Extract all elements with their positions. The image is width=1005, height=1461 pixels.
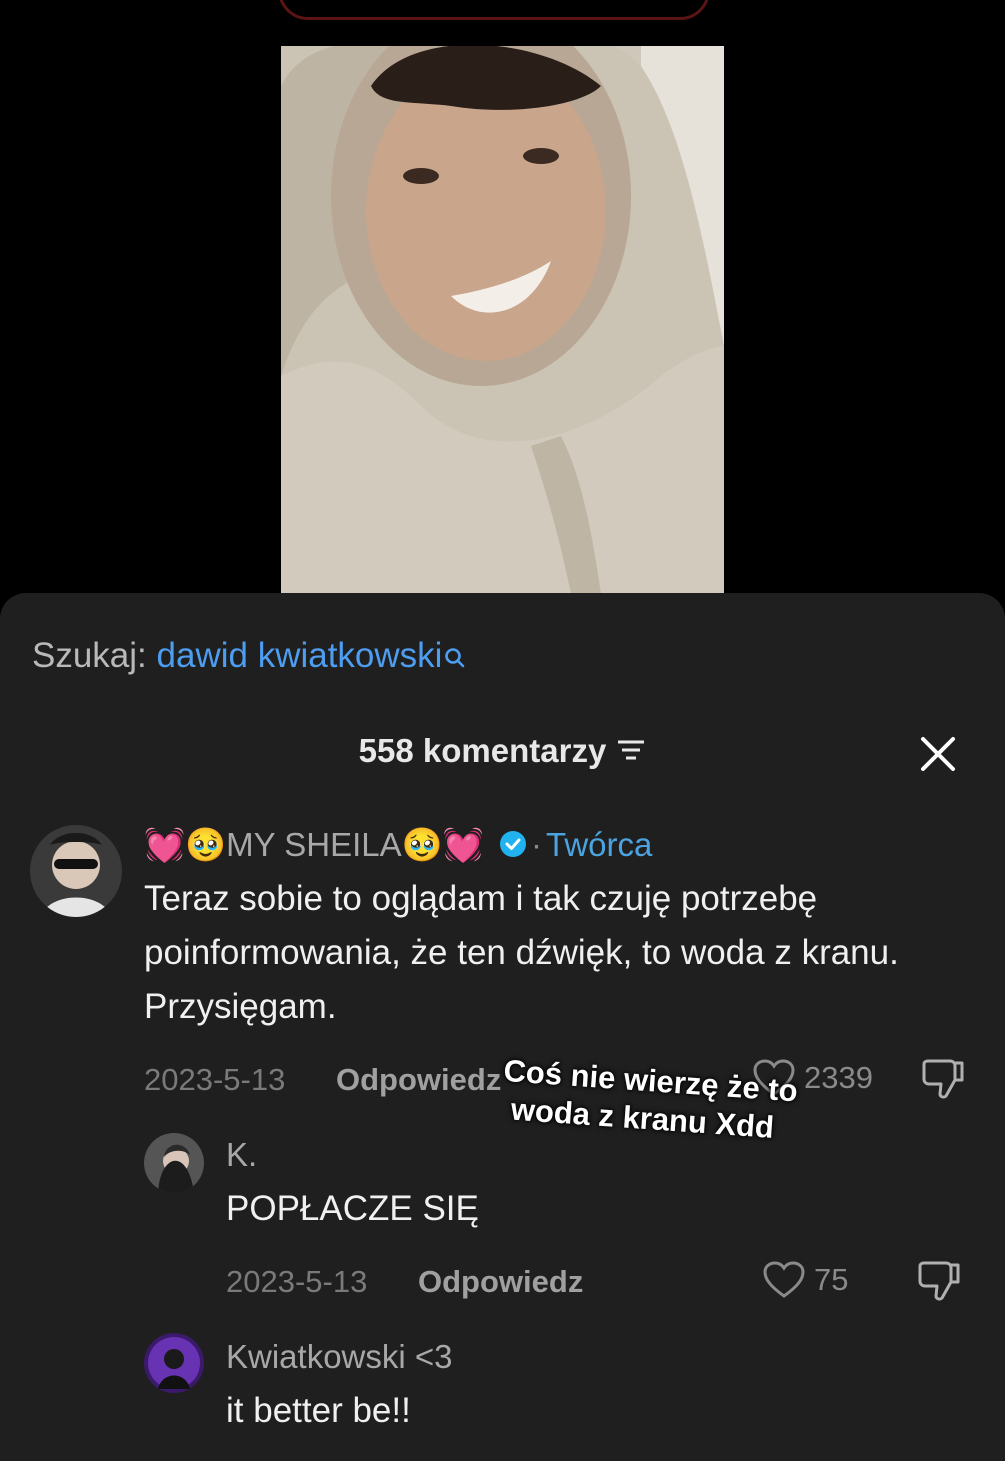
search-suggestion[interactable]: Szukaj: dawid kwiatkowski bbox=[32, 636, 466, 678]
comments-count: 558 komentarzy bbox=[358, 732, 607, 769]
comment-username[interactable]: K. bbox=[226, 1136, 257, 1174]
comment-username[interactable]: Kwiatkowski <3 bbox=[226, 1338, 453, 1376]
reply-button[interactable]: Odpowiedz bbox=[336, 1062, 501, 1098]
like-button[interactable]: 75 bbox=[762, 1260, 848, 1300]
creator-badge: Twórca bbox=[546, 826, 653, 863]
dislike-icon bbox=[918, 1261, 960, 1301]
avatar[interactable] bbox=[144, 1133, 204, 1193]
comment-text: Teraz sobie to oglądam i tak czuję potrz… bbox=[144, 879, 899, 1026]
avatar[interactable] bbox=[144, 1333, 204, 1393]
comments-count-header[interactable]: 558 komentarzy bbox=[0, 732, 1005, 770]
top-pill-button[interactable] bbox=[278, 0, 710, 20]
separator-dot: · bbox=[531, 826, 542, 863]
close-icon bbox=[921, 737, 955, 771]
like-count: 2339 bbox=[804, 1060, 873, 1095]
verified-icon bbox=[499, 828, 527, 866]
search-query-link[interactable]: dawid kwiatkowski bbox=[157, 636, 443, 675]
comment-text: it better be!! bbox=[226, 1391, 411, 1430]
comment-text: POPŁACZE SIĘ bbox=[226, 1189, 479, 1228]
like-count: 75 bbox=[814, 1262, 849, 1297]
close-button[interactable] bbox=[918, 734, 958, 774]
comment-username[interactable]: 💓🥹MY SHEILA🥹💓 · Twórca bbox=[144, 826, 652, 866]
reply-button[interactable]: Odpowiedz bbox=[418, 1264, 583, 1300]
comment-date: 2023-5-13 bbox=[226, 1264, 368, 1299]
dislike-button[interactable] bbox=[920, 1058, 966, 1105]
avatar[interactable] bbox=[30, 825, 122, 917]
username-text: 💓🥹MY SHEILA🥹💓 bbox=[144, 826, 484, 863]
comment-date: 2023-5-13 bbox=[144, 1062, 286, 1097]
dislike-button[interactable] bbox=[916, 1260, 962, 1307]
filter-icon[interactable] bbox=[616, 732, 646, 770]
video-frame bbox=[281, 46, 724, 594]
heart-icon bbox=[763, 1261, 805, 1298]
search-prefix: Szukaj: bbox=[32, 636, 147, 675]
dislike-icon bbox=[922, 1059, 964, 1099]
video-player[interactable] bbox=[281, 46, 724, 594]
search-icon bbox=[444, 638, 466, 678]
